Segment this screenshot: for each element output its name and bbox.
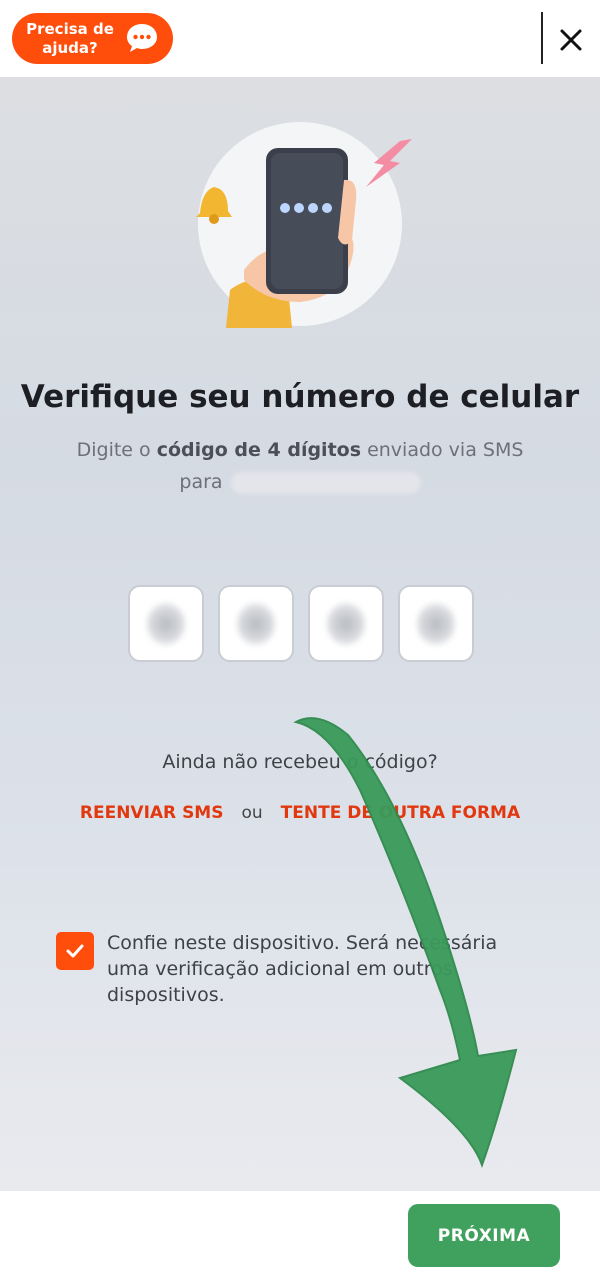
code-digit-input-3[interactable]	[308, 585, 384, 662]
code-input-row	[128, 585, 474, 662]
instruction-text: Digite o código de 4 dígitos enviado via…	[76, 439, 524, 494]
resend-sms-link[interactable]: REENVIAR SMS	[80, 803, 224, 823]
blurred-digit	[417, 602, 455, 645]
blurred-digit	[327, 602, 365, 645]
or-text: ou	[241, 803, 263, 823]
blurred-digit	[237, 602, 275, 645]
top-bar: Precisa de ajuda?	[0, 0, 600, 77]
checkmark-icon	[66, 944, 84, 958]
help-button-label: Precisa de ajuda?	[26, 19, 114, 57]
code-digit-input-2[interactable]	[218, 585, 294, 662]
code-digit-input-1[interactable]	[128, 585, 204, 662]
header-divider	[541, 12, 543, 64]
verification-panel: Verifique seu número de celular Digite o…	[0, 77, 600, 1191]
blurred-digit	[147, 602, 185, 645]
code-length-emphasis: código de 4 dígitos	[156, 439, 362, 461]
page-title: Verifique seu número de celular	[20, 379, 580, 415]
lightning-icon	[366, 139, 412, 187]
resend-question: Ainda não recebeu o código?	[162, 751, 438, 773]
trust-device-label: Confie neste dispositivo. Será necessári…	[107, 932, 498, 1006]
bell-icon	[196, 187, 232, 224]
help-button[interactable]: Precisa de ajuda?	[12, 13, 173, 64]
masked-phone-number	[230, 471, 421, 494]
resend-options: REENVIAR SMS ou TENTE DE OUTRA FORMA	[0, 803, 600, 823]
trust-device-checkbox[interactable]	[56, 932, 94, 970]
footer-bar: PRÓXIMA	[0, 1191, 600, 1280]
try-other-way-link[interactable]: TENTE DE OUTRA FORMA	[281, 803, 520, 823]
chat-bubble-icon	[127, 24, 157, 52]
code-digit-input-4[interactable]	[398, 585, 474, 662]
next-button[interactable]: PRÓXIMA	[408, 1204, 560, 1267]
close-icon[interactable]	[553, 22, 589, 58]
